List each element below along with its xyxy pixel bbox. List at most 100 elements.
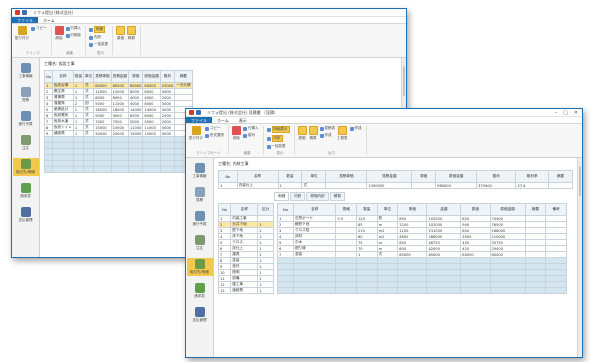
sidebar-item-invoice[interactable]: 請求書 (13, 182, 39, 200)
empty-cell[interactable] (72, 166, 85, 173)
subtab-3[interactable]: 積算 (329, 192, 345, 201)
column-header[interactable]: 数量 (277, 170, 303, 183)
column-header[interactable]: 摘要 (524, 203, 547, 216)
tab-home[interactable]: ホーム (212, 117, 234, 123)
bulk-change-button[interactable]: 一括変更 (266, 144, 290, 149)
table-cell[interactable]: 仮設トイレ (51, 124, 74, 131)
empty-row[interactable] (277, 287, 567, 294)
empty-cell[interactable] (159, 166, 176, 173)
scroll-thumb[interactable] (579, 166, 581, 196)
vertical-scrollbar[interactable] (577, 158, 582, 357)
cost-button[interactable]: 原価 (297, 126, 307, 141)
column-header[interactable]: 原価金額 (142, 70, 161, 83)
tab-view[interactable]: 表示 (234, 117, 252, 123)
table-cell[interactable]: 1 (277, 182, 303, 189)
insert-row-button[interactable]: 行挿入 (65, 26, 81, 31)
table-cell[interactable]: 1350000 (366, 182, 413, 189)
table-cell[interactable] (547, 182, 574, 189)
empty-cell[interactable] (397, 287, 428, 294)
table-cell[interactable]: 1 (218, 182, 238, 189)
column-header[interactable]: 規格 (335, 203, 358, 216)
empty-cell[interactable] (127, 166, 144, 173)
column-header[interactable]: 数量 (356, 203, 378, 216)
column-header[interactable]: No (44, 70, 53, 83)
column-header[interactable]: 粗利 (476, 170, 517, 183)
column-header[interactable]: 摘要 (547, 170, 574, 183)
subtab-1[interactable]: 内訳 (290, 192, 306, 201)
estimate-button[interactable]: 積算 (127, 26, 136, 41)
column-header[interactable]: 見積金額 (366, 170, 413, 183)
empty-cell[interactable] (356, 287, 378, 294)
table-cell[interactable]: 370000 (476, 182, 517, 189)
duplicate-button[interactable]: 複写 (243, 133, 259, 138)
table-cell[interactable]: 980000 (435, 182, 478, 189)
column-header[interactable]: 数量 (72, 70, 85, 83)
column-header[interactable]: No (277, 203, 294, 216)
tab-file[interactable]: ファイル (186, 117, 212, 123)
paste-special-button[interactable]: 形式選択 (205, 133, 224, 138)
table-cell[interactable]: 1 (257, 287, 274, 294)
save-icon[interactable] (196, 110, 201, 115)
bulk-change-button[interactable]: 一括変更 (89, 42, 108, 47)
empty-cell[interactable] (93, 166, 112, 173)
empty-cell[interactable] (142, 166, 161, 173)
detail-button[interactable]: 明細 (89, 26, 108, 33)
column-header[interactable]: 原価 (411, 170, 437, 183)
column-header[interactable]: 単位 (301, 170, 327, 183)
delete-button[interactable]: 削除 (232, 126, 241, 141)
empty-cell[interactable] (426, 287, 462, 294)
close-icon[interactable]: ✕ (574, 110, 578, 116)
sidebar-item-project[interactable]: 工事情報 (187, 162, 213, 180)
sidebar-item-project[interactable]: 工事情報 (13, 62, 39, 80)
sidebar-item-order[interactable]: 注文 (187, 234, 213, 252)
sidebar-item-vendor[interactable]: 取引先/明細 (12, 158, 39, 176)
delete-button[interactable]: 削除 (54, 26, 64, 41)
empty-cell[interactable] (524, 287, 547, 294)
paste-button[interactable]: 貼り付け (15, 26, 29, 41)
empty-cell[interactable] (376, 287, 399, 294)
sidebar-item-payment[interactable]: 支払管理 (187, 306, 213, 324)
table-cell[interactable]: 式 (301, 182, 327, 189)
insert-row-button[interactable]: 行挿入 (243, 126, 259, 131)
sidebar-item-order[interactable]: 注文 (13, 134, 39, 152)
column-header[interactable]: 名称 (230, 203, 259, 216)
empty-cell[interactable] (335, 287, 358, 294)
column-header[interactable]: 単位 (376, 203, 399, 216)
quote-create-button[interactable]: 作成 (319, 133, 336, 138)
empty-cell[interactable] (277, 287, 294, 294)
copy-button[interactable]: コピー (205, 126, 224, 131)
column-header[interactable]: 見積単価 (93, 70, 112, 83)
column-header[interactable]: 備考 (545, 203, 567, 216)
sidebar-item-invoice[interactable]: 請求書 (187, 282, 213, 300)
empty-cell[interactable] (110, 166, 129, 173)
empty-cell[interactable] (44, 166, 53, 173)
column-header[interactable]: 名称 (236, 170, 279, 183)
sidebar-item-payment[interactable]: 支払管理 (13, 206, 39, 224)
column-header[interactable]: 単価 (397, 203, 428, 216)
tab-file[interactable]: ファイル (12, 17, 38, 23)
sidebar-item-budget[interactable]: 実行予算 (187, 210, 213, 228)
maximize-icon[interactable]: □ (563, 110, 568, 116)
column-header[interactable]: 見積金額 (110, 70, 129, 83)
column-header[interactable]: No (217, 203, 232, 216)
sidebar-item-quote[interactable]: 見積 (13, 86, 39, 104)
column-header[interactable]: 摘要 (174, 70, 193, 83)
sidebar-item-quote[interactable]: 見積 (187, 186, 213, 204)
estimate-button[interactable]: 積算 (308, 126, 318, 141)
column-header[interactable]: No (218, 170, 238, 183)
empty-cell[interactable] (292, 287, 337, 294)
column-header[interactable]: 金額 (426, 203, 462, 216)
empty-cell[interactable] (83, 166, 95, 173)
column-header[interactable]: 粗利 (159, 70, 176, 83)
subtab-0[interactable]: 明細 (274, 192, 290, 201)
breakdown-button[interactable]: 内訳 (266, 135, 290, 142)
table-cell[interactable] (411, 182, 437, 189)
column-header[interactable]: 見積単価 (325, 170, 368, 183)
column-header[interactable]: 名称 (51, 70, 74, 83)
empty-row[interactable] (44, 166, 193, 173)
save-icon[interactable] (22, 10, 27, 15)
delete-row-button[interactable]: 行削除 (65, 33, 81, 38)
paste-button[interactable]: 貼り付け (189, 126, 203, 141)
table-cell[interactable]: 13 (217, 287, 232, 294)
schedule-button[interactable]: 工程表 (337, 126, 348, 141)
